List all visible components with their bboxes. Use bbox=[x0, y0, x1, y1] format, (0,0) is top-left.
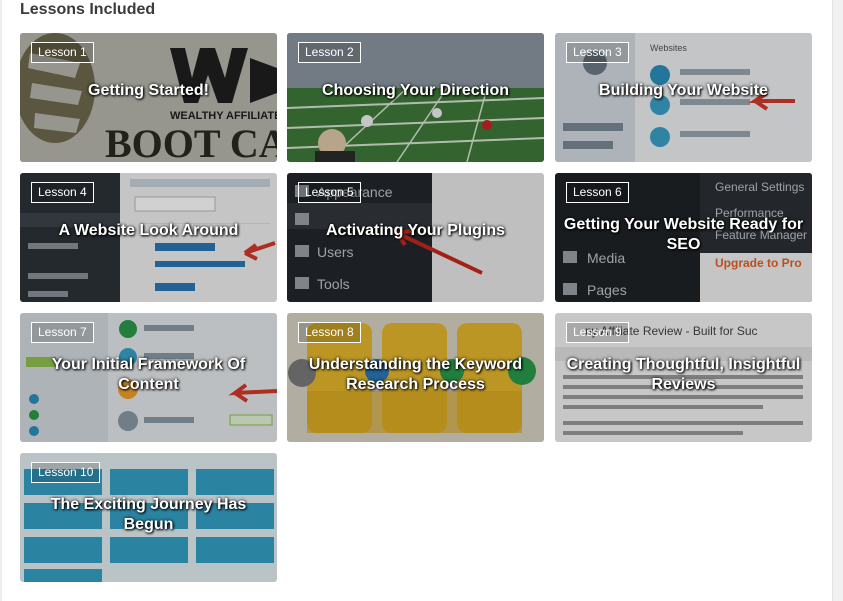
lesson-card-6[interactable]: General Settings Performance Feature Man… bbox=[555, 173, 812, 302]
lesson-badge: Lesson 3 bbox=[566, 42, 629, 63]
lesson-badge: Lesson 6 bbox=[566, 182, 629, 203]
lesson-title: Your Initial Framework Of Content bbox=[51, 356, 246, 393]
lesson-card-4[interactable]: Lesson 4 A Website Look Around bbox=[20, 173, 277, 302]
lesson-card-2[interactable]: Lesson 2 Choosing Your Direction bbox=[287, 33, 544, 162]
lesson-title: Creating Thoughtful, Insightful Reviews bbox=[566, 356, 801, 393]
lesson-card-5[interactable]: Appearance Users Tools Lesson 5 Activati… bbox=[287, 173, 544, 302]
section-title: Lessons Included bbox=[20, 1, 156, 18]
lesson-title: Understanding the Keyword Research Proce… bbox=[308, 356, 523, 393]
lesson-title: Activating Your Plugins bbox=[326, 222, 505, 239]
lesson-badge: Lesson 9 bbox=[566, 322, 629, 343]
lesson-card-9[interactable]: ny Affiliate Review - Built for Suc Less… bbox=[555, 313, 812, 442]
lesson-badge: Lesson 5 bbox=[298, 182, 361, 203]
lesson-title: Building Your Website bbox=[599, 82, 768, 99]
lesson-card-7[interactable]: Lesson 7 Your Initial Framework Of Conte… bbox=[20, 313, 277, 442]
page-border bbox=[0, 0, 2, 601]
lesson-badge: Lesson 10 bbox=[31, 462, 101, 483]
lesson-badge: Lesson 2 bbox=[298, 42, 361, 63]
lesson-title: A Website Look Around bbox=[58, 222, 239, 239]
lesson-card-3[interactable]: Websites Lesson 3 Building Your Website bbox=[555, 33, 812, 162]
lesson-badge: Lesson 8 bbox=[298, 322, 361, 343]
lesson-card-1[interactable]: WEALTHY AFFILIATE BOOT CA Lesson 1 Getti… bbox=[20, 33, 277, 162]
lesson-badge: Lesson 7 bbox=[31, 322, 94, 343]
lesson-title: Getting Your Website Ready for SEO bbox=[563, 216, 804, 253]
lesson-title: Choosing Your Direction bbox=[322, 82, 509, 99]
lesson-badge: Lesson 1 bbox=[31, 42, 94, 63]
lesson-title: The Exciting Journey Has Begun bbox=[50, 496, 247, 533]
lesson-card-10[interactable]: Lesson 10 The Exciting Journey Has Begun bbox=[20, 453, 277, 582]
lesson-title: Getting Started! bbox=[88, 82, 209, 99]
scrollbar[interactable] bbox=[832, 0, 843, 601]
lesson-badge: Lesson 4 bbox=[31, 182, 94, 203]
lesson-card-8[interactable]: Lesson 8 Understanding the Keyword Resea… bbox=[287, 313, 544, 442]
